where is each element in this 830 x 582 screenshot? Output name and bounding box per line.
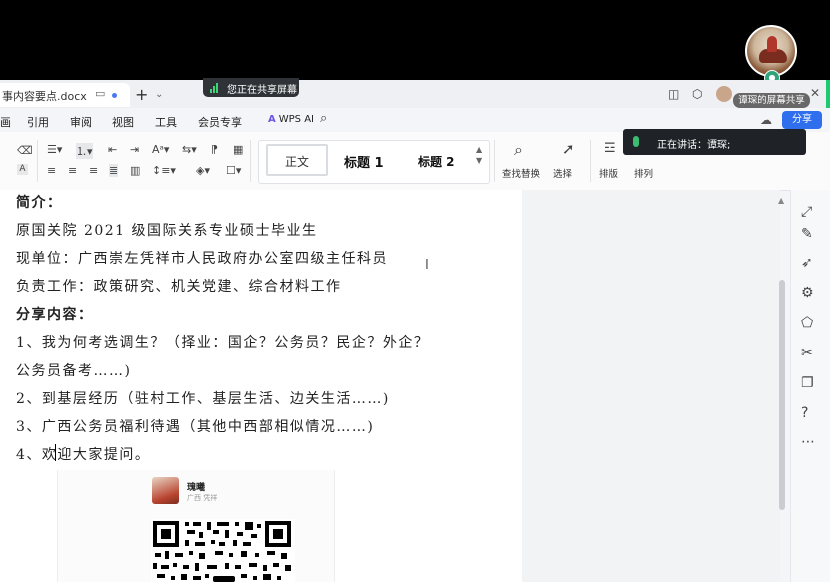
arrange-label[interactable]: 排列 (634, 166, 653, 180)
share-button[interactable]: 分享 (782, 111, 822, 129)
mic-icon (633, 136, 639, 147)
doc-line-share-heading: 分享内容： (16, 307, 94, 323)
align-center-icon[interactable]: ≡ (68, 164, 77, 177)
cube-icon[interactable]: ⬡ (692, 87, 702, 101)
unsaved-dot-icon (112, 93, 117, 98)
document-filename: 事内容要点.docx (2, 90, 87, 103)
doc-line: 1、我为何考选调生？（择业：国企？公务员？民企？外企？ (16, 335, 430, 351)
menu-view[interactable]: 视图 (112, 114, 134, 130)
scrollbar-thumb[interactable] (779, 280, 785, 510)
doc-line: 负责工作：政策研究、机关党建、综合材料工作 (16, 279, 342, 295)
align-right-icon[interactable]: ≡ (89, 164, 98, 177)
chevron-up-icon[interactable]: ▲ (778, 196, 784, 205)
more-icon[interactable]: ⋯ (801, 434, 815, 450)
share-button-label: 分享 (792, 114, 812, 125)
sliders-icon[interactable]: ⚙ (801, 285, 814, 301)
layout-icon[interactable]: ◫ (668, 87, 679, 101)
numbered-list-icon[interactable]: ⒈▾ (76, 143, 93, 159)
vertical-scrollbar[interactable]: ▲ (778, 196, 786, 510)
menu-membership[interactable]: 会员专享 (198, 114, 242, 130)
cursor-icon[interactable]: ➶ (801, 255, 813, 271)
doc-line: 4、欢迎大家提问。 (16, 447, 151, 463)
bullet-list-icon[interactable]: ☰▾ (47, 143, 62, 156)
layout-icon[interactable]: ☲ (604, 141, 616, 156)
pen-icon[interactable]: ✎ (801, 226, 813, 242)
close-icon[interactable]: ✕ (810, 86, 820, 100)
speaking-label: 正在讲话：谭琛; (657, 140, 731, 151)
wps-ai-button[interactable]: A WPS AI (268, 114, 314, 125)
new-tab-plus-icon[interactable]: + (135, 85, 148, 104)
menu-references[interactable]: 引用 (27, 114, 49, 130)
doc-line-intro-heading: 简介： (16, 195, 63, 211)
find-replace-icon[interactable]: ⌕ (514, 140, 523, 160)
text-format-icon[interactable]: Aᵃ▾ (152, 143, 169, 156)
align-left-icon[interactable]: ≡ (47, 164, 56, 177)
cloud-icon[interactable]: ☁ (760, 113, 772, 127)
justify-icon[interactable]: ≣ (109, 164, 119, 177)
distribute-icon[interactable]: ▥ (130, 164, 140, 177)
help-icon[interactable]: ? (801, 405, 808, 421)
signal-bars-icon (210, 83, 220, 93)
outdent-icon[interactable]: ⇤ (108, 143, 117, 156)
wps-ai-label: WPS AI (278, 114, 314, 125)
user-avatar[interactable] (716, 86, 732, 102)
style-normal[interactable]: 正文 (266, 144, 328, 176)
card-location: 广西 凭祥 (187, 494, 218, 502)
chevron-down-icon[interactable]: ⌄ (155, 89, 163, 100)
indent-icon[interactable]: ⇥ (130, 143, 139, 156)
monitor-icon[interactable]: ▭ (95, 87, 105, 100)
doc-line: 公务员备考……) (16, 363, 132, 379)
select-label[interactable]: 选择 (553, 166, 572, 180)
table-icon[interactable]: ▦ (233, 143, 243, 156)
speaking-indicator: 正在讲话：谭琛; (623, 129, 806, 155)
menu-tools[interactable]: 工具 (155, 114, 177, 130)
expand-icon[interactable]: ⤢ (801, 204, 812, 220)
text-direction-icon[interactable]: ⇆▾ (182, 143, 197, 156)
screen-share-owner-tip: 谭琛的屏幕共享 (733, 93, 810, 108)
qr-code (151, 519, 295, 582)
layout-label[interactable]: 排版 (599, 166, 618, 180)
document-canvas (522, 190, 780, 582)
search-icon[interactable]: ⌕ (320, 111, 327, 126)
document-tab[interactable]: 事内容要点.docx ▭ (0, 83, 130, 107)
style-scroll-arrows[interactable]: ▲ ▼ (476, 144, 482, 166)
text-caret (55, 444, 56, 461)
doc-line: 现单位：广西崇左凭祥市人民政府办公室四级主任科员 (16, 251, 388, 267)
video-call-black-bar (0, 0, 830, 80)
doc-line: 2、到基层经历（驻村工作、基层生活、边关生活……) (16, 391, 390, 407)
doc-line: 3、广西公务员福利待遇（其他中西部相似情况……) (16, 419, 375, 435)
highlight-icon[interactable]: A (17, 164, 28, 175)
menu-review[interactable]: 审阅 (70, 114, 92, 130)
book-icon[interactable]: ❐ (801, 375, 814, 391)
select-cursor-icon[interactable]: ➚ (562, 140, 575, 158)
border-icon[interactable]: ☐▾ (226, 164, 241, 177)
menu-insert[interactable]: 画 (0, 114, 11, 130)
card-avatar (152, 477, 179, 504)
style-heading-1[interactable]: 标题 1 (344, 152, 384, 171)
paragraph-mark-icon[interactable]: ⁋ (211, 143, 218, 156)
sharing-indicator-label: 您正在共享屏幕 (227, 85, 297, 96)
tools-icon[interactable]: ✂ (801, 345, 813, 361)
line-spacing-icon[interactable]: ↕≡▾ (152, 164, 176, 177)
shape-icon[interactable]: ⬠ (801, 315, 813, 331)
wps-ai-icon: A (268, 114, 276, 125)
style-heading-2[interactable]: 标题 2 (418, 153, 455, 170)
screen-sharing-indicator[interactable]: 您正在共享屏幕 (203, 78, 299, 97)
eraser-icon[interactable]: ⌫ (17, 144, 33, 157)
doc-line: 原国关院 2021 级国际关系专业硕士毕业生 (16, 223, 318, 239)
card-name: 瑰曦 (187, 483, 206, 493)
find-replace-label[interactable]: 查找替换 (502, 166, 540, 180)
shading-icon[interactable]: ◈▾ (196, 164, 210, 177)
i-beam-cursor-icon: I (425, 258, 429, 273)
right-sidebar: ⤢ ✎ ➶ ⚙ ⬠ ✂ ❐ ? ⋯ (790, 190, 830, 582)
